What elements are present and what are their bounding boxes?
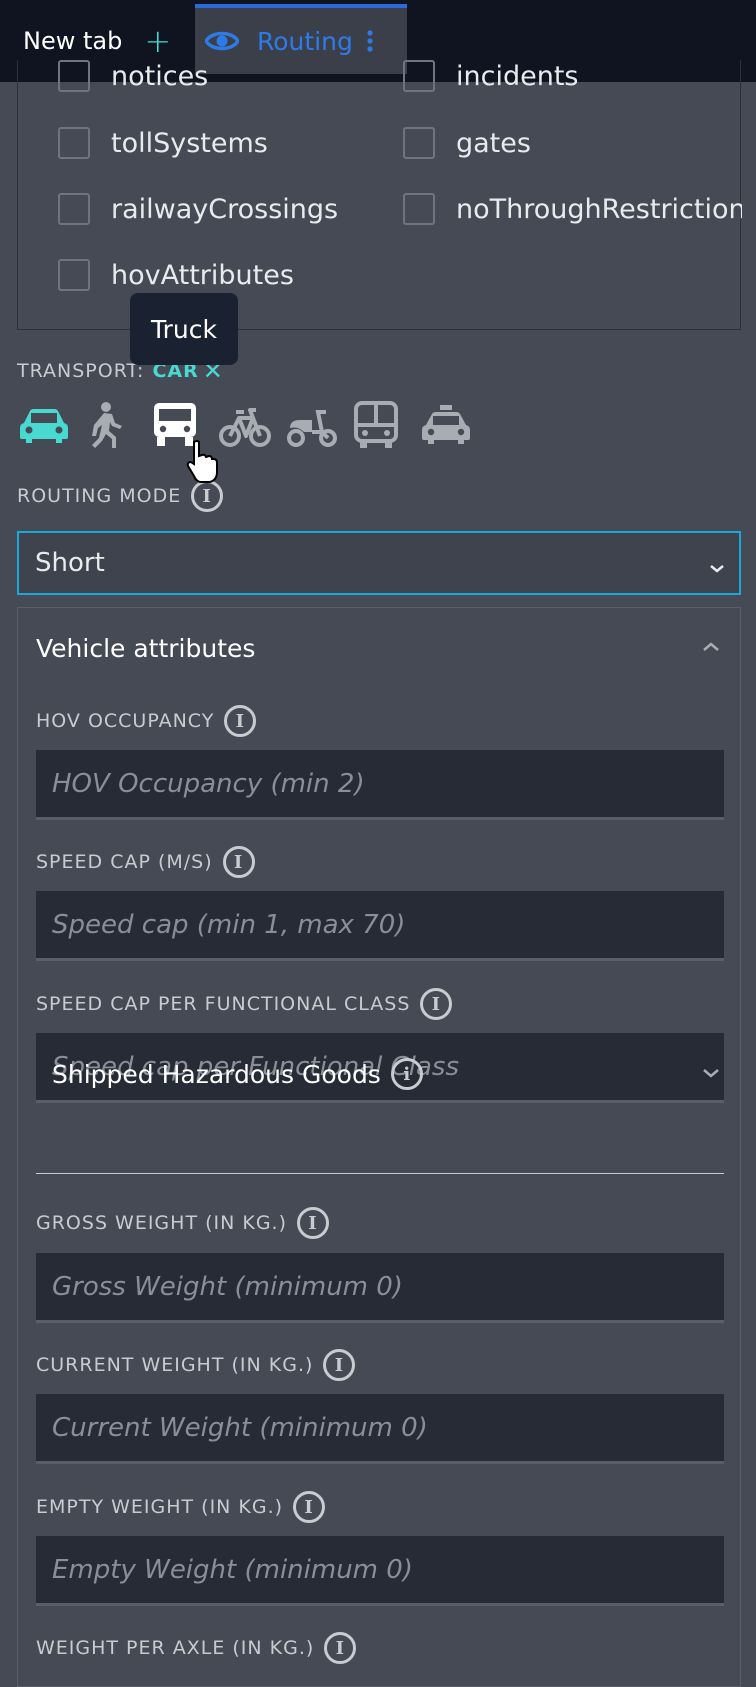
add-tab-button[interactable]: +	[144, 22, 171, 60]
checkbox-nothroughrestrictions[interactable]: noThroughRestrictions	[403, 193, 742, 225]
checkbox-box[interactable]	[58, 193, 90, 225]
vehicle-attributes-title[interactable]: Vehicle attributes	[36, 634, 255, 663]
divider	[36, 1173, 724, 1174]
hazardous-goods-label: Shipped Hazardous Goods	[52, 1059, 381, 1089]
checkbox-label: hovAttributes	[111, 259, 294, 291]
empty-weight-input[interactable]: Empty Weight (minimum 0)	[36, 1536, 724, 1606]
checkbox-label: railwayCrossings	[111, 193, 339, 225]
checkbox-box[interactable]	[403, 193, 435, 225]
info-icon[interactable]: i	[224, 705, 257, 737]
tab-new-label: New tab	[23, 27, 123, 55]
avoid-features-grid: notices incidents tollSystems gates rail…	[18, 60, 742, 330]
hov-occupancy-label-text: HOV OCCUPANCY	[36, 710, 215, 732]
checkbox-label: noThroughRestrictions	[456, 193, 742, 225]
checkbox-label: tollSystems	[111, 127, 268, 159]
checkbox-box[interactable]	[403, 60, 435, 92]
current-weight-label-text: CURRENT WEIGHT (IN KG.)	[36, 1354, 314, 1376]
info-icon[interactable]: i	[390, 1058, 423, 1090]
checkbox-railwaycrossings[interactable]: railwayCrossings	[58, 193, 338, 225]
truck-tooltip: Truck	[130, 293, 238, 365]
pointer-cursor-icon	[185, 440, 219, 488]
checkbox-box[interactable]	[58, 259, 90, 291]
eye-icon[interactable]	[205, 29, 239, 53]
checkbox-label: gates	[456, 127, 531, 159]
info-icon[interactable]: i	[323, 1349, 356, 1381]
speed-cap-label-text: SPEED CAP (M/S)	[36, 851, 213, 873]
pedestrian-icon[interactable]	[85, 400, 152, 450]
info-icon[interactable]: i	[420, 988, 453, 1020]
bus-icon[interactable]	[353, 400, 420, 450]
hov-occupancy-input[interactable]: HOV Occupancy (min 2)	[36, 750, 724, 820]
speed-cap-fc-label-text: SPEED CAP PER FUNCTIONAL CLASS	[36, 993, 411, 1015]
gross-weight-label-text: GROSS WEIGHT (IN KG.)	[36, 1212, 287, 1234]
checkbox-tollsystems[interactable]: tollSystems	[58, 127, 268, 159]
info-icon[interactable]: i	[222, 846, 255, 878]
checkbox-label: notices	[111, 60, 209, 92]
checkbox-box[interactable]	[58, 60, 90, 92]
taxi-icon[interactable]	[420, 400, 487, 450]
chevron-down-icon[interactable]	[702, 1064, 720, 1083]
avoid-features-box: notices incidents tollSystems gates rail…	[17, 60, 742, 330]
chevron-down-icon	[709, 551, 725, 581]
checkbox-notices[interactable]: notices	[58, 60, 208, 92]
hazardous-goods-toggle[interactable]: Shipped Hazardous Goods i	[52, 1058, 423, 1090]
bicycle-icon[interactable]	[219, 400, 286, 450]
checkbox-hovattributes[interactable]: hovAttributes	[58, 259, 294, 291]
empty-weight-label: EMPTY WEIGHT (IN KG.) i	[36, 1491, 326, 1523]
info-icon[interactable]: i	[293, 1491, 326, 1523]
vehicle-attributes-panel: Vehicle attributes HOV OCCUPANCY i HOV O…	[17, 607, 741, 1687]
empty-weight-label-text: EMPTY WEIGHT (IN KG.)	[36, 1496, 284, 1518]
speed-cap-label: SPEED CAP (M/S) i	[36, 846, 255, 878]
car-icon[interactable]	[18, 400, 85, 450]
tab-routing-label: Routing	[257, 26, 353, 56]
speed-cap-input[interactable]: Speed cap (min 1, max 70)	[36, 891, 724, 961]
checkbox-gates[interactable]: gates	[403, 127, 531, 159]
transport-mode-selector	[18, 400, 487, 450]
current-weight-input[interactable]: Current Weight (minimum 0)	[36, 1394, 724, 1464]
checkbox-incidents[interactable]: incidents	[403, 60, 578, 92]
current-weight-label: CURRENT WEIGHT (IN KG.) i	[36, 1349, 356, 1381]
gross-weight-input[interactable]: Gross Weight (minimum 0)	[36, 1253, 724, 1323]
gross-weight-label: GROSS WEIGHT (IN KG.) i	[36, 1207, 329, 1239]
info-icon[interactable]: i	[324, 1632, 357, 1664]
kebab-menu-icon[interactable]	[367, 30, 373, 52]
scooter-icon[interactable]	[286, 400, 353, 450]
routing-mode-label-text: ROUTING MODE	[17, 485, 182, 507]
routing-mode-value: Short	[35, 548, 105, 578]
chevron-up-icon[interactable]	[702, 638, 720, 657]
info-icon[interactable]: i	[297, 1207, 329, 1239]
checkbox-box[interactable]	[58, 127, 90, 159]
checkbox-box[interactable]	[403, 127, 435, 159]
hov-occupancy-label: HOV OCCUPANCY i	[36, 705, 257, 737]
speed-cap-fc-label: SPEED CAP PER FUNCTIONAL CLASS i	[36, 988, 453, 1020]
weight-per-axle-label-text: WEIGHT PER AXLE (IN KG.)	[36, 1637, 315, 1659]
checkbox-label: incidents	[456, 60, 579, 92]
weight-per-axle-label: WEIGHT PER AXLE (IN KG.) i	[36, 1632, 357, 1664]
routing-mode-select[interactable]: Short	[17, 531, 741, 595]
transport-label-text: TRANSPORT:	[17, 360, 145, 382]
